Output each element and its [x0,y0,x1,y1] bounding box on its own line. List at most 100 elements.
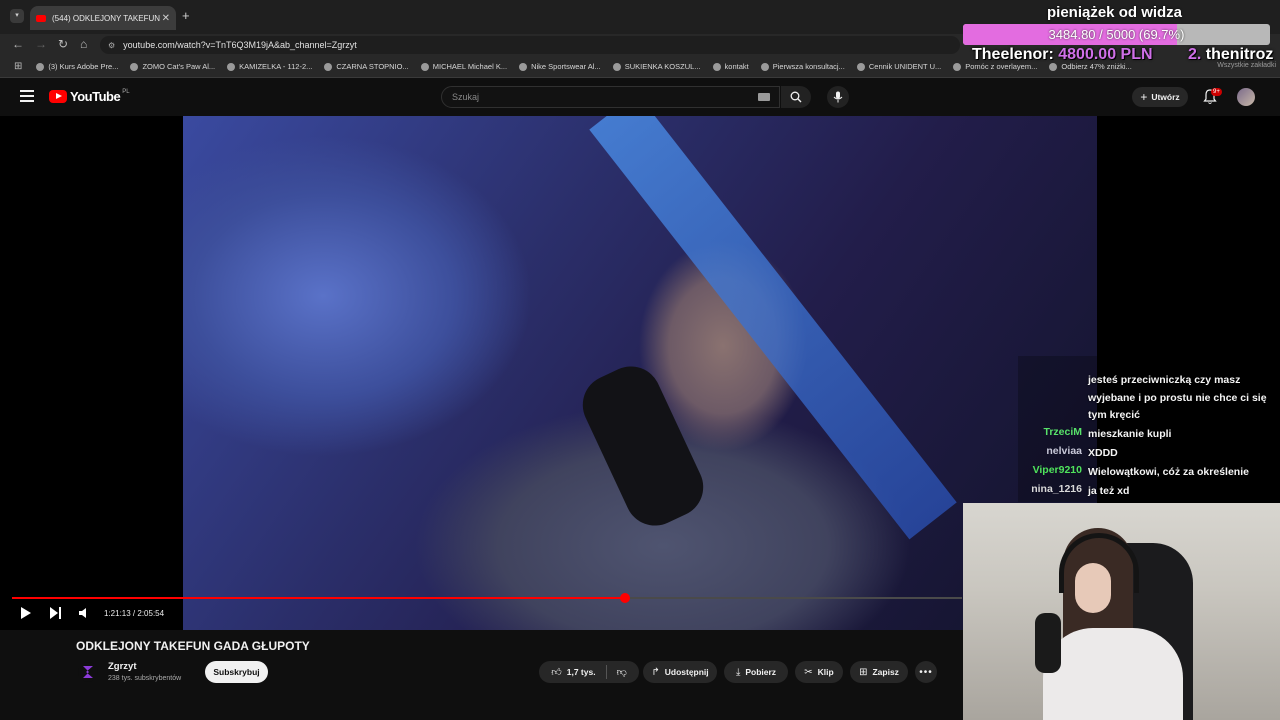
site-info-icon[interactable]: ⚙ [108,41,115,50]
donation-goal-progress: 3484.80 / 5000 (69.7%) [1048,27,1185,42]
share-label: Udostępnij [664,667,709,677]
chat-text: jesteś przeciwniczką czy masz wyjebane i… [1088,374,1267,421]
chat-text: Wielowątkowi, cóż za określenie [1088,466,1249,478]
share-icon: ↱ [651,666,660,678]
top-donor-name: Theelenor: [972,46,1054,63]
webcam-microphone-shape [1035,613,1061,673]
bookmark-item[interactable]: Cennik UNIDENT U... [856,62,941,71]
donation-goal-title: pieniążek od widza [1047,4,1183,21]
bookmark-item[interactable]: MICHAEL Michael K... [420,62,508,71]
progress-scrubber-handle[interactable] [619,593,630,603]
tab-search-button[interactable]: ▾ [10,9,24,23]
bookmark-item[interactable]: CZARNA STOPNIO... [324,62,409,71]
bookmark-item[interactable]: ZOMO Cat's Paw Al... [130,62,215,71]
search-input[interactable]: Szukaj [441,86,780,108]
share-button[interactable]: ↱ Udostępnij [643,661,717,683]
chat-message: Viper9210 Wielowątkowi, cóż za określenie [1018,464,1280,482]
forward-icon[interactable]: → [35,37,47,51]
menu-icon[interactable] [20,90,34,102]
reload-icon[interactable]: ↻ [58,37,68,51]
chat-username: Viper9210 [1032,464,1082,476]
back-icon[interactable]: ← [12,37,24,51]
url-text: youtube.com/watch?v=TnT6Q3M19jA&ab_chann… [123,40,357,50]
download-icon: ⤓ [735,666,741,678]
chat-message: nina_1216 ja też xd [1018,483,1280,501]
save-button[interactable]: ⊞ Zapisz [850,661,908,683]
clip-button[interactable]: ✂ Klip [795,661,843,683]
bookmark-favicon-icon [612,62,621,71]
browser-tab-active[interactable]: (544) ODKLEJONY TAKEFUN GADA GŁUPOTY - Y… [30,6,176,30]
bookmark-favicon-icon [36,62,45,71]
dislike-button[interactable]: 👎︎ [617,666,627,678]
thumbs-up-icon: 👍︎ [551,667,562,678]
logo-country-code: PL [122,89,130,95]
notification-badge: 9+ [1211,88,1222,96]
bookmark-favicon-icon [856,62,865,71]
more-actions-button[interactable]: ••• [915,661,937,683]
top-donor-amount: 4800.00 PLN [1058,46,1153,63]
bookmark-item[interactable]: Pierwsza konsultacj... [760,62,845,71]
webcam-body-shape [1043,628,1183,720]
bookmark-favicon-icon [324,62,333,71]
progress-bar[interactable] [12,593,962,603]
subscribe-button[interactable]: Subskrybuj [205,661,268,683]
keyboard-icon[interactable] [758,93,770,101]
bookmark-item[interactable]: Nike Sportswear Al... [519,62,601,71]
chat-username: TrzeciM [1043,426,1082,438]
like-dislike-group: 👍︎ 1,7 tys. 👎︎ [539,661,639,683]
video-frame[interactable] [183,116,1097,630]
chat-text: mieszkanie kupli [1088,428,1172,440]
url-input[interactable]: ⚙ youtube.com/watch?v=TnT6Q3M19jA&ab_cha… [100,36,960,54]
tab-title: (544) ODKLEJONY TAKEFUN GADA GŁUPOTY - Y… [52,13,162,23]
account-avatar[interactable] [1237,88,1255,106]
time-current: 1:21:13 [104,609,131,618]
youtube-logo[interactable]: YouTube PL [49,89,130,104]
scissors-icon: ✂ [804,666,813,678]
channel-name[interactable]: Zgrzyt [108,661,137,672]
webcam-feed [963,503,1280,720]
home-icon[interactable]: ⌂ [80,37,87,51]
youtube-header: YouTube PL Szukaj + Utwórz [0,78,1280,116]
next-video-icon[interactable] [49,606,62,620]
bookmark-item[interactable]: KAMIZELKA - 112-2... [227,62,312,71]
search-button[interactable] [781,86,811,108]
playback-time: 1:21:13 / 2:05:54 [104,609,165,618]
second-donor: 2. thenitroz [1188,46,1273,64]
video-microphone-shape [572,356,714,536]
create-label: Utwórz [1151,92,1180,102]
apps-grid-icon[interactable]: ⊞ [14,61,22,72]
close-tab-icon[interactable]: ✕ [162,13,170,24]
channel-logo-icon [83,666,93,678]
like-button[interactable]: 👍︎ 1,7 tys. [551,666,595,678]
bookmark-favicon-icon [519,62,528,71]
bookmark-label: MICHAEL Michael K... [432,62,508,71]
volume-icon[interactable] [78,606,90,620]
download-label: Pobierz [745,667,777,677]
download-button[interactable]: ⤓ Pobierz [724,661,788,683]
bookmark-item[interactable]: (3) Kurs Adobe Pre... [36,62,118,71]
bookmark-favicon-icon [760,62,769,71]
voice-search-button[interactable] [827,86,849,108]
bookmark-plus-icon: ⊞ [859,666,868,678]
channel-subscriber-count: 238 tys. subskrybentów [108,675,182,682]
youtube-favicon-icon [36,14,46,22]
new-tab-button[interactable]: + [182,8,190,23]
create-button[interactable]: + Utwórz [1132,87,1188,107]
chat-username [1018,372,1088,425]
donation-goal-bar: 3484.80 / 5000 (69.7%) [963,24,1270,45]
search-icon [790,91,802,103]
time-total: 2:05:54 [137,609,165,618]
bookmark-item[interactable]: kontakt [712,62,749,71]
chat-message: nelviaa XDDD [1018,445,1280,463]
channel-avatar[interactable] [78,662,98,682]
chat-username: nelviaa [1046,445,1082,457]
play-icon[interactable] [20,606,32,620]
chat-text: XDDD [1088,447,1118,459]
chat-text: ja też xd [1088,485,1130,497]
chat-username: nina_1216 [1031,483,1082,495]
microphone-icon [833,91,843,103]
progress-fill [12,597,625,599]
second-donor-name: thenitroz [1205,46,1274,63]
bookmark-item[interactable]: SUKIENKA KOSZUL... [612,62,701,71]
like-divider [605,665,607,679]
